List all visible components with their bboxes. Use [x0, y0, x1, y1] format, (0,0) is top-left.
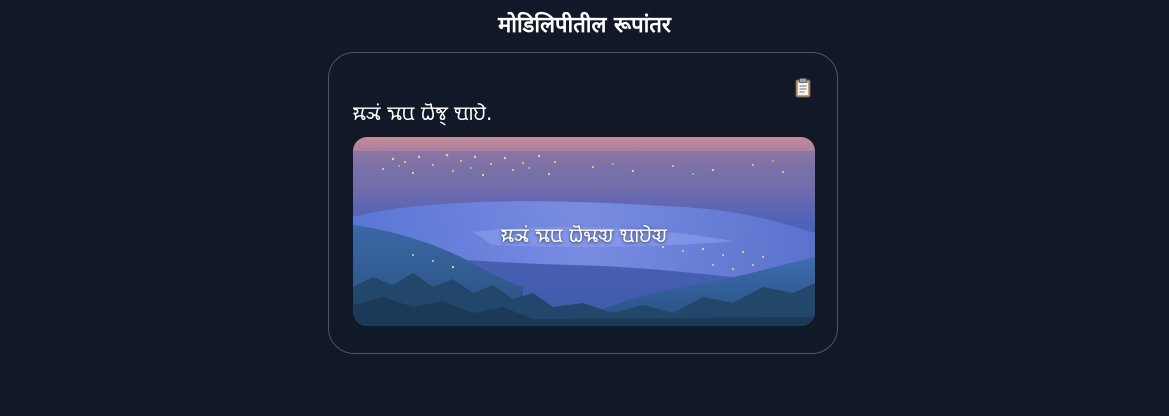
converted-text: 𑘦𑘰𑘗𑘽 𑘡𑘰𑘪 𑘢𑘺𑘕𑘿 𑘁𑘰𑘮𑘹.: [353, 101, 493, 125]
page-title: मोडिलिपीतील रूपांतर: [498, 13, 671, 38]
result-card: 𑘦𑘰𑘗𑘽 𑘡𑘰𑘪 𑘢𑘺𑘕𑘿 𑘁𑘰𑘮𑘹. 𑘦𑘰𑘗𑘽 𑘡𑘰𑘪 𑘢𑘺𑘕𑘰𑘀 𑘁𑘰𑘮𑘹𑘀: [328, 52, 838, 354]
copy-button[interactable]: [793, 77, 813, 99]
clipboard-icon: [795, 78, 811, 98]
generated-image: 𑘦𑘰𑘗𑘽 𑘡𑘰𑘪 𑘢𑘺𑘕𑘰𑘀 𑘁𑘰𑘮𑘹𑘀: [353, 137, 815, 326]
page: मोडिलिपीतील रूपांतर 𑘦𑘰𑘗𑘽 𑘡𑘰𑘪 𑘢𑘺𑘕𑘿 𑘁𑘰𑘮𑘹.: [0, 0, 1169, 416]
image-caption: 𑘦𑘰𑘗𑘽 𑘡𑘰𑘪 𑘢𑘺𑘕𑘰𑘀 𑘁𑘰𑘮𑘹𑘀: [501, 223, 667, 247]
